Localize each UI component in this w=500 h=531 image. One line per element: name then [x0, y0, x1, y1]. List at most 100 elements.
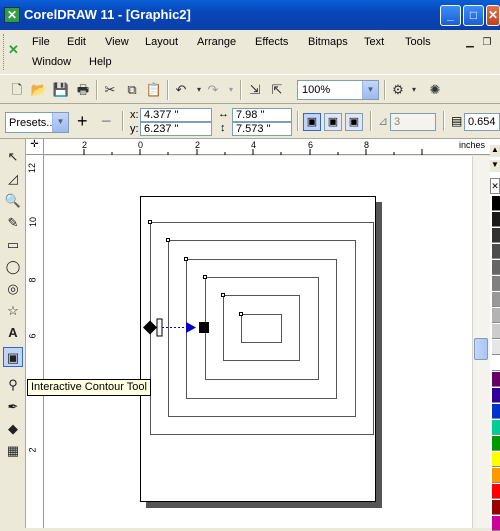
color-swatch[interactable] — [492, 452, 500, 467]
color-swatch[interactable] — [492, 516, 500, 531]
menu-edit[interactable]: Edit — [67, 36, 86, 48]
undo-icon[interactable]: ↶ — [172, 81, 190, 99]
vertical-ruler[interactable]: 12 10 8 6 4 2 — [26, 155, 44, 528]
color-swatch[interactable] — [492, 468, 500, 483]
color-swatch[interactable] — [492, 500, 500, 515]
menu-arrange[interactable]: Arrange — [197, 36, 236, 48]
contour-node[interactable] — [166, 238, 170, 242]
open-icon[interactable]: 📂 — [30, 81, 48, 99]
height-field[interactable]: 7.573 " — [232, 122, 292, 136]
zoom-level-select[interactable]: 100% ▼ — [297, 80, 379, 100]
rectangle-tool-icon[interactable]: ▭ — [3, 235, 23, 255]
chevron-down-icon[interactable]: ▼ — [362, 81, 378, 99]
color-swatch[interactable] — [492, 388, 500, 403]
color-swatch[interactable] — [492, 420, 500, 435]
zoom-tool-icon[interactable]: 🔍 — [3, 191, 23, 211]
new-document-icon[interactable]: 🗋 — [8, 81, 26, 99]
inside-button[interactable]: ▣ — [324, 113, 342, 131]
color-swatch[interactable] — [492, 340, 500, 355]
menu-grip[interactable] — [3, 34, 6, 70]
menu-file[interactable]: File — [32, 36, 50, 48]
menu-text[interactable]: Text — [364, 36, 384, 48]
close-button[interactable]: ✕ — [486, 5, 500, 26]
doc-minimize-button[interactable]: ▁ — [464, 37, 476, 49]
color-swatch[interactable] — [492, 292, 500, 307]
ruler-origin-icon[interactable]: ✛ — [26, 139, 44, 155]
ellipse-tool-icon[interactable]: ◯ — [3, 257, 23, 277]
horizontal-ruler[interactable]: 2 0 2 4 6 8 inches — [44, 139, 490, 155]
color-swatch[interactable] — [492, 356, 500, 371]
coreldraw-app-icon[interactable]: ✕ — [4, 7, 20, 23]
to-center-button[interactable]: ▣ — [303, 113, 321, 131]
paste-icon[interactable]: 📋 — [145, 81, 163, 99]
color-swatch[interactable] — [492, 404, 500, 419]
doc-restore-button[interactable]: ❐ — [481, 37, 493, 49]
color-swatch[interactable] — [492, 276, 500, 291]
menu-layout[interactable]: Layout — [145, 36, 178, 48]
x-position-field[interactable]: 4.377 " — [140, 108, 212, 122]
print-icon[interactable]: 🖶 — [74, 81, 92, 99]
remove-preset-icon[interactable]: − — [101, 112, 112, 130]
palette-scroll-up-icon[interactable]: ▲ — [490, 145, 500, 157]
toolbar-separator — [122, 111, 124, 131]
palette-scroll-down-icon[interactable]: ▼ — [490, 160, 500, 172]
shape-tool-icon[interactable]: ◿ — [3, 169, 23, 189]
redo-dropdown-icon[interactable]: ▾ — [222, 81, 240, 99]
redo-icon[interactable]: ↷ — [204, 81, 222, 99]
menu-tools[interactable]: Tools — [405, 36, 431, 48]
export-icon[interactable]: ⇱ — [268, 81, 286, 99]
copy-icon[interactable]: ⧉ — [123, 81, 141, 99]
menu-effects[interactable]: Effects — [255, 36, 288, 48]
color-swatch[interactable] — [492, 436, 500, 451]
pick-tool-icon[interactable]: ↖ — [3, 147, 23, 167]
fill-tool-icon[interactable]: ◆ — [3, 419, 23, 439]
color-swatch[interactable] — [492, 324, 500, 339]
color-swatch[interactable] — [492, 260, 500, 275]
launcher-dropdown-icon[interactable]: ▾ — [405, 81, 423, 99]
import-icon[interactable]: ⇲ — [246, 81, 264, 99]
contour-inner-rectangle[interactable] — [241, 314, 282, 343]
contour-direction-handles[interactable] — [140, 315, 215, 340]
contour-node[interactable] — [221, 293, 225, 297]
add-preset-icon[interactable]: + — [77, 112, 88, 130]
menu-help[interactable]: Help — [89, 56, 112, 68]
color-swatch[interactable] — [492, 212, 500, 227]
menu-window[interactable]: Window — [32, 56, 71, 68]
no-color-swatch[interactable]: ✕ — [490, 178, 500, 194]
interactive-contour-tool-icon[interactable]: ▣ — [3, 347, 23, 367]
contour-steps-field[interactable]: 3 — [390, 113, 436, 131]
freehand-tool-icon[interactable]: ✎ — [3, 213, 23, 233]
color-swatch[interactable] — [492, 228, 500, 243]
cut-icon[interactable]: ✂ — [101, 81, 119, 99]
save-icon[interactable]: 💾 — [52, 81, 70, 99]
contour-node[interactable] — [239, 312, 243, 316]
contour-offset-field[interactable]: 0.654 — [464, 113, 500, 131]
eyedropper-tool-icon[interactable]: ⚲ — [3, 375, 23, 395]
text-tool-icon[interactable]: A — [3, 323, 23, 343]
document-icon[interactable]: ✕ — [8, 42, 19, 58]
color-swatch[interactable] — [492, 308, 500, 323]
contour-node[interactable] — [184, 257, 188, 261]
color-swatch[interactable] — [492, 196, 500, 211]
basic-shapes-tool-icon[interactable]: ☆ — [3, 301, 23, 321]
maximize-button[interactable]: □ — [463, 5, 484, 26]
minimize-button[interactable]: _ — [440, 5, 461, 26]
spiral-tool-icon[interactable]: ◎ — [3, 279, 23, 299]
width-field[interactable]: 7.98 " — [232, 108, 292, 122]
scrollbar-thumb[interactable] — [474, 338, 488, 360]
chevron-down-icon[interactable]: ▼ — [52, 113, 68, 132]
contour-node[interactable] — [203, 275, 207, 279]
contour-node[interactable] — [148, 220, 152, 224]
outline-tool-icon[interactable]: ✒ — [3, 397, 23, 417]
presets-select[interactable]: Presets... ▼ — [5, 112, 69, 133]
menu-view[interactable]: View — [105, 36, 129, 48]
color-swatch[interactable] — [492, 244, 500, 259]
y-position-field[interactable]: 6.237 " — [140, 122, 212, 136]
interactive-fill-tool-icon[interactable]: ▦ — [3, 441, 23, 461]
menu-bitmaps[interactable]: Bitmaps — [308, 36, 348, 48]
outside-button[interactable]: ▣ — [345, 113, 363, 131]
color-swatch[interactable] — [492, 484, 500, 499]
color-swatch[interactable] — [492, 372, 500, 387]
corel-online-icon[interactable]: ✺ — [426, 81, 444, 99]
toolbox: ↖ ◿ 🔍 ✎ ▭ ◯ ◎ ☆ A ▣ ⚲ ✒ ◆ ▦ — [0, 139, 26, 528]
